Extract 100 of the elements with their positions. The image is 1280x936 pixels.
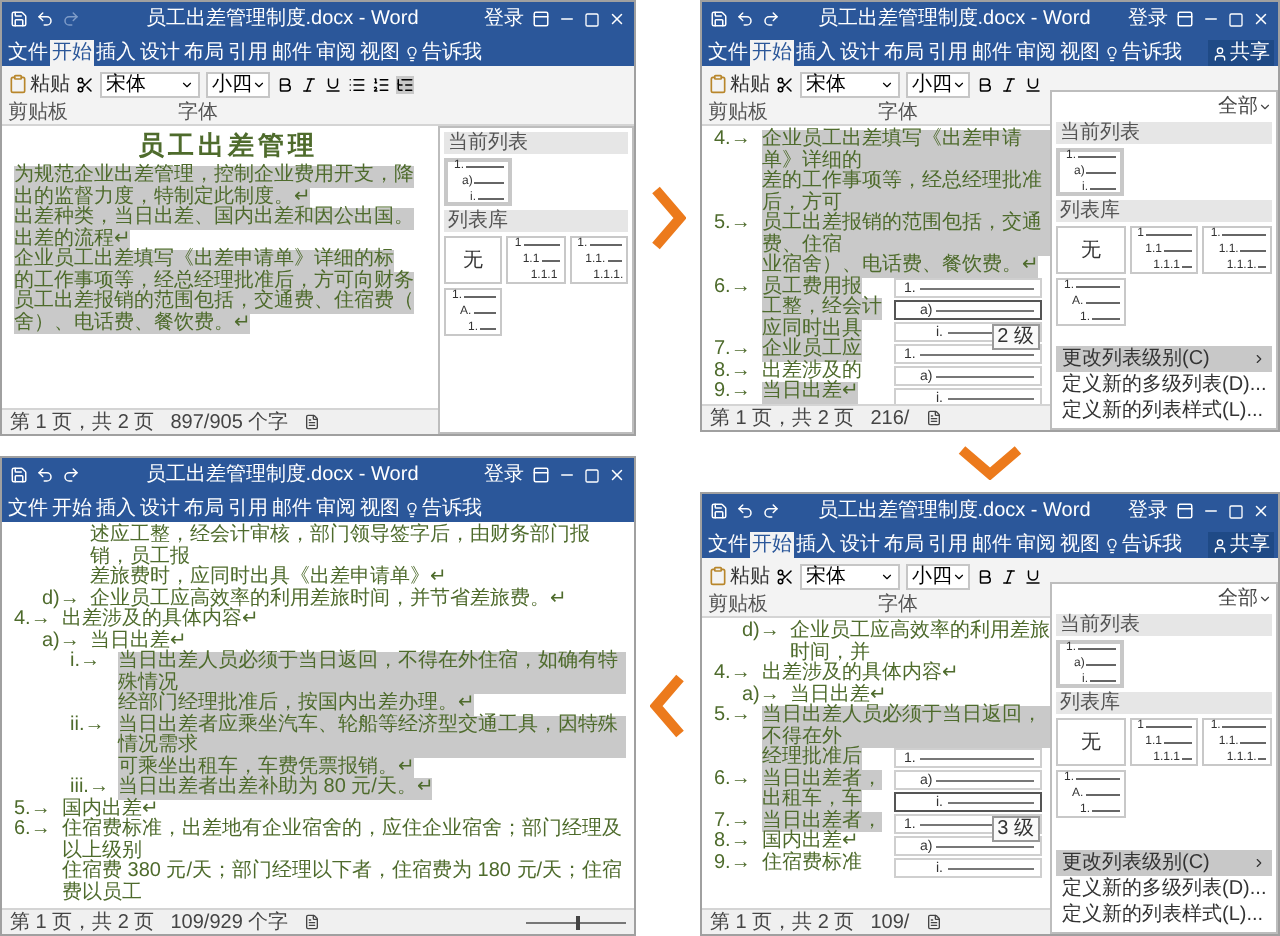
- menu-item[interactable]: 更改列表级别(C): [1056, 850, 1272, 876]
- font-size-field[interactable]: 小四: [906, 563, 970, 589]
- ribbon-tab[interactable]: 邮件: [970, 532, 1014, 558]
- italic-icon[interactable]: [300, 75, 318, 93]
- sign-in-link[interactable]: 登录: [1128, 499, 1168, 523]
- save-icon[interactable]: [10, 466, 28, 484]
- bullet-list-icon[interactable]: [348, 75, 366, 93]
- maximize-icon[interactable]: [584, 467, 600, 483]
- redo-icon[interactable]: [762, 502, 780, 520]
- sign-in-link[interactable]: 登录: [484, 7, 524, 31]
- ribbon-tab[interactable]: 设计: [838, 40, 882, 66]
- ribbon-tab[interactable]: 开始: [750, 40, 794, 66]
- ribbon-tab[interactable]: 视图: [358, 496, 402, 522]
- underline-icon[interactable]: [324, 75, 342, 93]
- font-size-field[interactable]: 小四: [906, 71, 970, 97]
- ribbon-display-icon[interactable]: [532, 466, 550, 484]
- ribbon-tab[interactable]: 开始: [50, 40, 94, 66]
- no-list-option[interactable]: 无: [1056, 226, 1126, 274]
- cut-icon[interactable]: [76, 75, 94, 93]
- no-list-option[interactable]: 无: [444, 236, 503, 284]
- redo-icon[interactable]: [62, 466, 80, 484]
- close-icon[interactable]: [608, 466, 626, 484]
- ribbon-tab[interactable]: 引用: [926, 532, 970, 558]
- zoom-slider[interactable]: [526, 915, 626, 929]
- ribbon-tab[interactable]: 布局: [182, 496, 226, 522]
- undo-icon[interactable]: [736, 10, 754, 28]
- save-icon[interactable]: [710, 10, 728, 28]
- ribbon-tab[interactable]: 审阅: [314, 40, 358, 66]
- ribbon-tab[interactable]: 引用: [226, 496, 270, 522]
- maximize-icon[interactable]: [584, 11, 600, 27]
- redo-icon[interactable]: [762, 10, 780, 28]
- bold-icon[interactable]: [276, 75, 294, 93]
- underline-icon[interactable]: [1024, 75, 1042, 93]
- ribbon-tab[interactable]: 文件: [706, 532, 750, 558]
- ribbon-tab[interactable]: 审阅: [1014, 40, 1058, 66]
- ribbon-tab[interactable]: 插入: [94, 40, 138, 66]
- undo-icon[interactable]: [36, 466, 54, 484]
- ribbon-tab[interactable]: 设计: [838, 532, 882, 558]
- ribbon-tab[interactable]: 引用: [226, 40, 270, 66]
- ribbon-tab[interactable]: 引用: [926, 40, 970, 66]
- no-list-option[interactable]: 无: [1056, 718, 1126, 766]
- tell-me-button[interactable]: 告诉我: [1104, 40, 1182, 66]
- ribbon-display-icon[interactable]: [532, 10, 550, 28]
- numbered-list-icon[interactable]: [372, 75, 390, 93]
- ribbon-tab[interactable]: 设计: [138, 40, 182, 66]
- bold-icon[interactable]: [976, 75, 994, 93]
- font-name-field[interactable]: 宋体: [800, 563, 900, 589]
- save-icon[interactable]: [10, 10, 28, 28]
- close-icon[interactable]: [608, 10, 626, 28]
- ribbon-tab[interactable]: 审阅: [314, 496, 358, 522]
- undo-icon[interactable]: [736, 502, 754, 520]
- tell-me-button[interactable]: 告诉我: [404, 496, 482, 522]
- ribbon-display-icon[interactable]: [1176, 502, 1194, 520]
- ribbon-tab[interactable]: 审阅: [1014, 532, 1058, 558]
- font-size-field[interactable]: 小四: [206, 71, 270, 97]
- italic-icon[interactable]: [1000, 75, 1018, 93]
- sign-in-link[interactable]: 登录: [484, 463, 524, 487]
- maximize-icon[interactable]: [1228, 11, 1244, 27]
- maximize-icon[interactable]: [1228, 503, 1244, 519]
- filter-dropdown[interactable]: 全部: [1218, 96, 1272, 118]
- ribbon-display-icon[interactable]: [1176, 10, 1194, 28]
- paste-button[interactable]: 粘贴: [708, 73, 770, 95]
- filter-dropdown[interactable]: 全部: [1218, 588, 1272, 610]
- ribbon-tab[interactable]: 开始: [750, 532, 794, 558]
- share-button[interactable]: 共享: [1208, 40, 1274, 66]
- tell-me-button[interactable]: 告诉我: [404, 40, 482, 66]
- ribbon-tab[interactable]: 邮件: [270, 496, 314, 522]
- ribbon-tab[interactable]: 开始: [50, 496, 94, 522]
- cut-icon[interactable]: [776, 75, 794, 93]
- ribbon-tab[interactable]: 文件: [706, 40, 750, 66]
- bold-icon[interactable]: [976, 567, 994, 585]
- tell-me-button[interactable]: 告诉我: [1104, 532, 1182, 558]
- sign-in-link[interactable]: 登录: [1128, 7, 1168, 31]
- ribbon-tab[interactable]: 邮件: [970, 40, 1014, 66]
- ribbon-tab[interactable]: 文件: [6, 496, 50, 522]
- ribbon-tab[interactable]: 插入: [794, 532, 838, 558]
- paste-button[interactable]: 粘贴: [8, 73, 70, 95]
- document-icon[interactable]: [925, 914, 942, 930]
- font-name-field[interactable]: 宋体: [800, 71, 900, 97]
- underline-icon[interactable]: [1024, 567, 1042, 585]
- ribbon-tab[interactable]: 视图: [1058, 532, 1102, 558]
- ribbon-tab[interactable]: 视图: [1058, 40, 1102, 66]
- document-icon[interactable]: [304, 914, 321, 930]
- ribbon-tab[interactable]: 插入: [794, 40, 838, 66]
- cut-icon[interactable]: [776, 567, 794, 585]
- share-button[interactable]: 共享: [1208, 532, 1274, 558]
- ribbon-tab[interactable]: 布局: [882, 532, 926, 558]
- paste-button[interactable]: 粘贴: [708, 565, 770, 587]
- ribbon-tab[interactable]: 文件: [6, 40, 50, 66]
- document-icon[interactable]: [925, 410, 942, 426]
- save-icon[interactable]: [710, 502, 728, 520]
- ribbon-tab[interactable]: 设计: [138, 496, 182, 522]
- ribbon-tab[interactable]: 插入: [94, 496, 138, 522]
- close-icon[interactable]: [1252, 10, 1270, 28]
- font-name-field[interactable]: 宋体: [100, 71, 200, 97]
- ribbon-tab[interactable]: 邮件: [270, 40, 314, 66]
- ribbon-tab[interactable]: 布局: [182, 40, 226, 66]
- close-icon[interactable]: [1252, 502, 1270, 520]
- document-icon[interactable]: [304, 414, 321, 430]
- multilevel-list-icon[interactable]: [396, 75, 414, 93]
